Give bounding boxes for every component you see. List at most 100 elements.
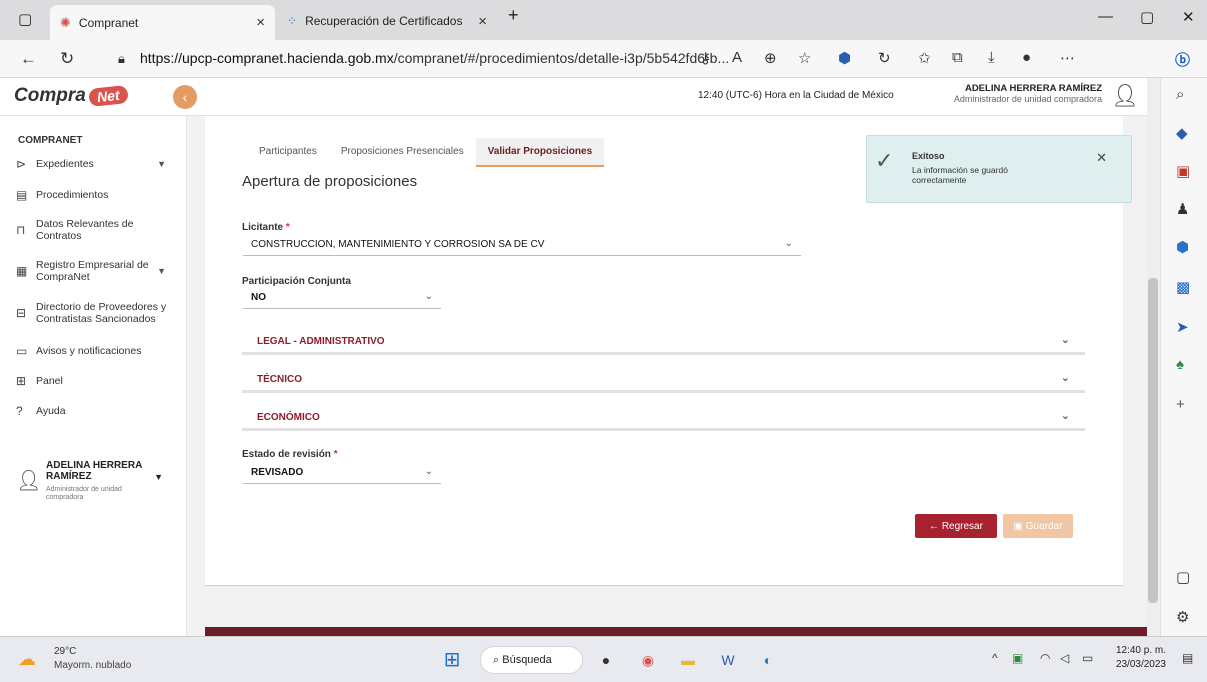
sidebar-item-ayuda[interactable]: ? Ayuda: [16, 404, 176, 418]
more-options-icon[interactable]: ⋯: [1060, 49, 1075, 67]
new-tab-button[interactable]: +: [508, 5, 519, 26]
user-avatar-icon: 👤︎: [16, 470, 42, 492]
games-icon[interactable]: ♟: [1176, 200, 1189, 218]
key-icon[interactable]: ⚷: [700, 49, 711, 67]
close-tab-icon[interactable]: ×: [256, 14, 265, 31]
sidebar-item-directorio[interactable]: ⊟ Directorio de Proveedores y Contratist…: [16, 301, 176, 325]
chevron-down-icon: ⌄: [424, 291, 433, 302]
logo-net-badge: Net: [87, 85, 129, 107]
zoom-icon[interactable]: ⊕: [764, 49, 777, 67]
refresh-icon[interactable]: ↻: [60, 49, 74, 69]
notifications-icon[interactable]: ▤: [1182, 651, 1193, 665]
taskbar: ☁ 29°C Mayorm. nublado ⊞ ⌕ Búsqueda ● ◉ …: [0, 636, 1207, 682]
battery-icon[interactable]: ▭: [1082, 651, 1093, 665]
windows-start-icon[interactable]: ⊞: [440, 648, 464, 672]
back-arrow-icon[interactable]: ←: [20, 49, 37, 69]
accordion-legal[interactable]: LEGAL - ADMINISTRATIVO ⌄: [242, 327, 1085, 355]
building-icon: ▦: [16, 264, 28, 279]
bing-icon[interactable]: ⓑ: [1175, 49, 1190, 70]
tab-participantes[interactable]: Participantes: [247, 138, 329, 167]
sidebar-item-datos-relevantes[interactable]: ⊓ Datos Relevantes de Contratos: [16, 218, 176, 242]
tree-icon[interactable]: ♠: [1176, 356, 1184, 373]
tag-icon[interactable]: ◆: [1176, 124, 1188, 142]
edge-icon[interactable]: ◐: [756, 648, 780, 672]
compranet-logo[interactable]: Compra Net: [14, 85, 129, 107]
accordion-tecnico[interactable]: TÉCNICO ⌄: [242, 365, 1085, 393]
sidebar-item-panel[interactable]: ⊞ Panel: [16, 374, 176, 388]
search-icon[interactable]: ⌕: [1176, 86, 1184, 103]
chevron-down-icon: ⌄: [1060, 334, 1070, 346]
word-icon[interactable]: W: [716, 648, 740, 672]
app-tray-icon[interactable]: ▣: [1012, 651, 1023, 665]
sidebar-item-expedientes[interactable]: ⊳ Expedientes ▼: [16, 157, 176, 171]
split-screen-icon[interactable]: ▢: [1176, 568, 1190, 586]
procedure-tabs: Participantes Proposiciones Presenciales…: [247, 138, 605, 167]
favorite-star-icon[interactable]: ☆: [798, 49, 811, 67]
url-field[interactable]: https://upcp-compranet.hacienda.gob.mx/c…: [140, 50, 729, 66]
collapse-sidebar-button[interactable]: ‹: [173, 85, 197, 109]
chevron-up-icon[interactable]: ^: [992, 651, 998, 665]
conjunta-select[interactable]: NO ⌄: [243, 289, 441, 309]
close-tab-icon[interactable]: ×: [478, 13, 487, 30]
folder-open-icon: ⊳: [16, 157, 27, 171]
licitante-value: CONSTRUCCION, MANTENIMIENTO Y CORROSION …: [251, 239, 545, 250]
profile-icon[interactable]: ●: [1022, 49, 1031, 66]
wifi-icon[interactable]: ◠: [1040, 651, 1050, 665]
header-user[interactable]: ADELINA HERRERA RAMÍREZ Administrador de…: [930, 83, 1102, 104]
toolbox-icon[interactable]: ▣: [1176, 162, 1190, 180]
send-icon[interactable]: ➤: [1176, 318, 1189, 336]
licitante-select[interactable]: CONSTRUCCION, MANTENIMIENTO Y CORROSION …: [243, 236, 801, 256]
tab-recuperacion[interactable]: ⁘ Recuperación de Certificados ×: [277, 6, 497, 36]
licitante-label-text: Licitante: [242, 222, 284, 233]
refresh-extension-icon[interactable]: ↻: [878, 49, 891, 67]
sidebar-item-registro-empresarial[interactable]: ▦ Registro Empresarial de CompraNet ▼: [16, 259, 176, 283]
sidebar-item-procedimientos[interactable]: ▤ Procedimientos: [16, 188, 176, 202]
tab-compranet[interactable]: ✺ Compranet ×: [50, 5, 275, 40]
settings-icon[interactable]: ⚙: [1176, 608, 1189, 626]
taskbar-search-label: Búsqueda: [502, 654, 552, 666]
site-info-icon[interactable]: 🔒︎: [118, 51, 125, 67]
sidebar: COMPRANET ⊳ Expedientes ▼ ▤ Procedimient…: [0, 116, 187, 636]
tab-actions-icon[interactable]: ▢: [18, 10, 32, 28]
close-window-icon[interactable]: ✕: [1182, 8, 1195, 26]
sidebar-item-label: Directorio de Proveedores y Contratistas…: [36, 301, 167, 326]
add-icon[interactable]: +: [1176, 396, 1185, 413]
minimize-icon[interactable]: —: [1098, 8, 1113, 25]
outlook-icon[interactable]: ▩: [1176, 278, 1190, 296]
url-host: https://upcp-compranet.hacienda.gob.mx: [140, 50, 394, 66]
restore-icon[interactable]: ▢: [1140, 8, 1154, 26]
back-button[interactable]: ← Regresar: [915, 514, 997, 538]
toast-title: Exitoso: [912, 151, 945, 161]
toast-message: La información se guardó correctamente: [912, 165, 1008, 185]
close-icon[interactable]: ✕: [1096, 150, 1107, 166]
sidebar-user-role: Administrador de unidad compradora: [46, 486, 122, 501]
footer-band: [205, 627, 1160, 636]
header-time: 12:40 (UTC-6) Hora en la Ciudad de Méxic…: [698, 90, 894, 101]
save-button[interactable]: ▣ Guardar: [1003, 514, 1073, 538]
extension-shield-icon[interactable]: ⬢: [838, 49, 851, 67]
file-explorer-icon[interactable]: ▬: [676, 648, 700, 672]
chat-icon[interactable]: ●: [594, 648, 618, 672]
bookmark-icon: ⊓: [16, 223, 26, 238]
scrollbar-thumb[interactable]: [1148, 278, 1158, 603]
sidebar-item-avisos[interactable]: ▭ Avisos y notificaciones: [16, 344, 176, 358]
chrome-icon[interactable]: ◉: [636, 648, 660, 672]
conjunta-value: NO: [251, 292, 266, 303]
favorites-icon[interactable]: ✩: [918, 49, 931, 67]
search-icon: ⌕: [493, 654, 500, 666]
collections-icon[interactable]: ⧉: [952, 49, 963, 66]
download-icon[interactable]: ⤓: [988, 49, 995, 66]
volume-icon[interactable]: ◁: [1060, 651, 1069, 665]
checkmark-icon: ✓: [875, 148, 894, 173]
estado-select[interactable]: REVISADO ⌄: [243, 464, 441, 484]
read-aloud-icon[interactable]: A: [732, 49, 742, 66]
taskbar-clock[interactable]: 12:40 p. m. 23/03/2023: [1108, 644, 1166, 672]
taskbar-search[interactable]: ⌕ Búsqueda: [480, 646, 583, 674]
office-icon[interactable]: ⬢: [1176, 238, 1189, 256]
tab-proposiciones-presenciales[interactable]: Proposiciones Presenciales: [329, 138, 476, 167]
licitante-label: Licitante *: [242, 222, 290, 233]
success-toast: ✓ Exitoso La información se guardó corre…: [866, 135, 1132, 203]
accordion-economico[interactable]: ECONÓMICO ⌄: [242, 403, 1085, 431]
user-avatar-icon[interactable]: 👤︎: [1111, 83, 1139, 109]
tab-validar-proposiciones[interactable]: Validar Proposiciones: [475, 138, 605, 167]
